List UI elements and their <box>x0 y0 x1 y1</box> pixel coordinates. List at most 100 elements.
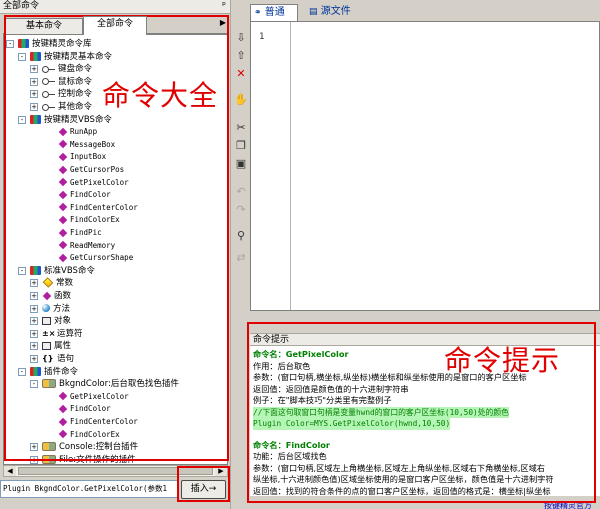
tree-item[interactable]: + 方法 <box>30 303 70 315</box>
tree-item[interactable]: - 标准VBS命令 <box>18 265 95 277</box>
hint-line: 命令名：FindColor <box>253 439 330 450</box>
tab-scroll-right-icon[interactable]: ▶ <box>220 18 226 27</box>
expand-icon[interactable]: + <box>30 455 38 464</box>
tree-item-label: InputBox <box>70 152 107 162</box>
tab-source[interactable]: ▤ 源文件 <box>306 4 364 21</box>
tree-item[interactable]: + 属性 <box>30 340 71 352</box>
tree-item[interactable]: FindCenterColor <box>58 202 138 214</box>
tree-item[interactable]: FindColor <box>58 189 111 201</box>
line-gutter: 1 <box>251 22 291 310</box>
tab-normal[interactable]: ⚭ 普通 <box>250 4 298 21</box>
tree-item[interactable]: + ±× 运算符 <box>30 328 83 340</box>
tree-item[interactable]: FindColorEx <box>58 214 120 226</box>
hint-line: Plugin Color=MYS.GetPixelColor(hwnd,10,5… <box>253 418 451 430</box>
diamond-icon <box>58 228 68 237</box>
expand-icon[interactable]: + <box>30 443 38 452</box>
pin-icon[interactable]: ᵖ <box>222 0 226 13</box>
annotation-label-hints: 命令提示 <box>444 344 561 377</box>
expand-icon[interactable]: + <box>30 65 38 74</box>
undo-icon[interactable]: ↶ <box>233 184 249 200</box>
delete-x-icon[interactable]: ✕ <box>233 66 249 82</box>
scroll-right-arrow-icon[interactable]: ▶ <box>215 466 227 476</box>
tree-item[interactable]: + 函数 <box>30 290 72 302</box>
tree-item-label: MessageBox <box>70 139 116 149</box>
tab-basic-commands[interactable]: 基本命令 <box>5 18 83 34</box>
expand-icon[interactable]: + <box>30 103 38 111</box>
cut-icon[interactable]: ✂ <box>233 120 249 136</box>
command-tabs: 基本命令 全部命令 ▶ <box>3 16 228 35</box>
tree-item[interactable]: - 按键精灵VBS命令 <box>18 114 112 126</box>
hand-icon[interactable]: ✋ <box>233 92 249 108</box>
arrow-down-icon[interactable]: ⇩ <box>233 30 249 46</box>
tree-item[interactable]: FindCenterColor <box>58 416 138 428</box>
tree-horizontal-scrollbar[interactable]: ◀ ▶ <box>3 465 228 477</box>
tree-item[interactable]: - 按键精灵基本命令 <box>18 51 112 63</box>
tree-item[interactable]: RunApp <box>58 126 97 138</box>
arrow-up-icon[interactable]: ⇧ <box>233 48 249 64</box>
tree-item-label: 键盘命令 <box>58 64 93 75</box>
tree-item[interactable]: GetCursorShape <box>58 252 133 264</box>
expand-icon[interactable]: + <box>30 355 38 363</box>
key-icon <box>42 65 55 73</box>
find-icon[interactable]: ⚲ <box>233 228 249 244</box>
tree-item[interactable]: FindColor <box>58 403 111 415</box>
expand-icon[interactable]: + <box>30 329 38 338</box>
collapse-icon[interactable]: - <box>18 52 26 61</box>
tree-item[interactable]: FindColorEx <box>58 429 120 441</box>
tree-item[interactable]: + Console:控制台插件 <box>30 441 138 453</box>
collapse-icon[interactable]: - <box>30 380 38 389</box>
expand-icon[interactable]: + <box>30 342 38 351</box>
expand-icon[interactable]: + <box>30 77 38 86</box>
expand-icon[interactable]: + <box>30 304 38 313</box>
tree-item-label: 函数 <box>54 291 72 301</box>
tree-item[interactable]: GetPixelColor <box>58 177 129 189</box>
tree-item-label: FindCenterColor <box>70 202 138 212</box>
tree-item-label: 按键精灵VBS命令 <box>44 114 112 125</box>
tree-item[interactable]: GetCursorPos <box>58 164 124 176</box>
official-link[interactable]: 按键精灵官方 <box>544 500 592 509</box>
tree-item-label: GetPixelColor <box>70 177 129 187</box>
collapse-icon[interactable]: - <box>6 40 14 48</box>
scroll-left-arrow-icon[interactable]: ◀ <box>4 466 16 476</box>
insert-button[interactable]: 插入→ <box>181 480 226 499</box>
tree-item[interactable]: ReadMemory <box>58 240 115 252</box>
tab-all-commands[interactable]: 全部命令 <box>83 16 147 35</box>
key-icon <box>42 78 55 86</box>
tree-item-label: 常数 <box>56 278 74 289</box>
tree-item[interactable]: + File:文件操作的插件 <box>30 454 136 464</box>
tree-item-label: 运算符 <box>57 328 83 339</box>
tree-item[interactable]: FindPic <box>58 227 102 239</box>
tree-item[interactable]: - BkgndColor:后台取色找色插件 <box>30 378 179 390</box>
hint-line: //下面这句取窗口句柄是变量hwnd的窗口的客户区坐标(10,50)处的颜色 <box>253 406 509 418</box>
expand-icon[interactable]: + <box>30 292 38 300</box>
tree-item[interactable]: GetPixelColor <box>58 391 129 403</box>
collapse-icon[interactable]: - <box>18 115 26 124</box>
tree-item-label: FindCenterColor <box>70 417 138 426</box>
tree-item-label: GetCursorShape <box>70 253 134 263</box>
expand-icon[interactable]: + <box>30 279 38 288</box>
tree-item[interactable]: MessageBox <box>58 139 115 151</box>
tree-item[interactable]: + 常数 <box>30 277 74 289</box>
paste-icon[interactable]: ▣ <box>233 156 249 172</box>
collapse-icon[interactable]: - <box>18 367 26 376</box>
tree-item[interactable]: + 控制命令 <box>30 88 92 100</box>
script-editor[interactable]: 1 <box>250 21 600 311</box>
tree-item[interactable]: - 按键精灵命令库 <box>6 38 92 50</box>
diamond-icon <box>58 215 68 225</box>
command-preview-field[interactable]: Plugin BkgndColor.GetPixelColor(参数1 <box>0 480 178 498</box>
replace-icon[interactable]: ⇄ <box>233 250 249 266</box>
tree-item[interactable]: + {} 语句 <box>30 353 75 365</box>
tree-item[interactable]: + 其他命令 <box>30 101 92 113</box>
redo-icon[interactable]: ↷ <box>233 202 249 218</box>
tree-item[interactable]: - 插件命令 <box>18 366 78 378</box>
scrollbar-thumb[interactable] <box>18 467 213 475</box>
copy-icon[interactable]: ❐ <box>233 138 249 154</box>
expand-icon[interactable]: + <box>30 317 38 326</box>
tree-item-label: 语句 <box>57 354 75 364</box>
tree-item[interactable]: + 键盘命令 <box>30 63 93 75</box>
tree-item[interactable]: InputBox <box>58 151 106 163</box>
tree-item[interactable]: + 鼠标命令 <box>30 76 92 88</box>
tree-item[interactable]: + 对象 <box>30 315 71 327</box>
collapse-icon[interactable]: - <box>18 266 26 275</box>
expand-icon[interactable]: + <box>30 90 38 99</box>
